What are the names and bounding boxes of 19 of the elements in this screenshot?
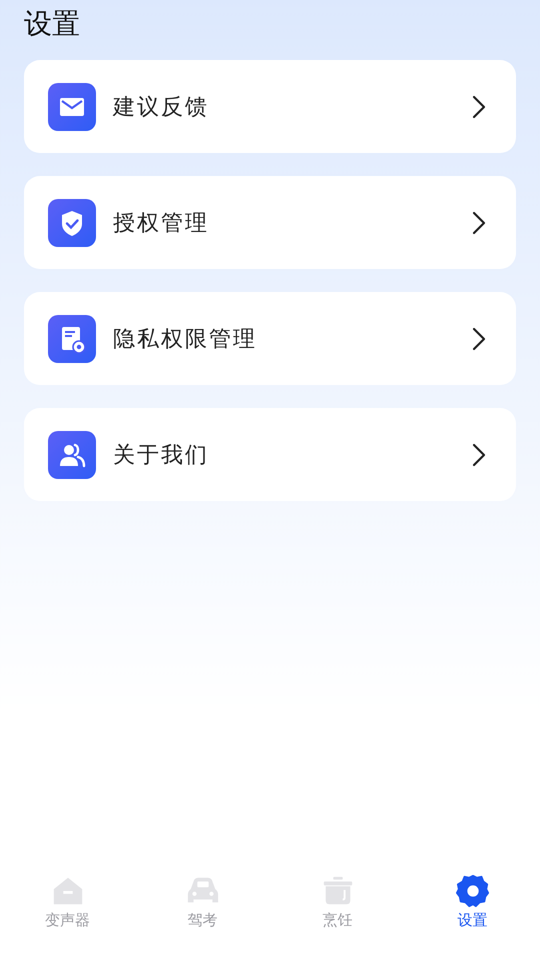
chevron-right-icon [472, 210, 486, 234]
shield-icon [48, 198, 96, 246]
chevron-right-icon [472, 94, 486, 118]
mail-icon [48, 82, 96, 130]
item-label: 关于我们 [113, 442, 210, 470]
page-title: 设置 [24, 6, 80, 42]
settings-icon [456, 874, 490, 908]
item-label: 隐私权限管理 [113, 326, 258, 354]
people-icon [48, 430, 96, 478]
settings-item[interactable]: 授权管理 [24, 176, 516, 269]
document-gear-icon [48, 314, 96, 362]
settings-item[interactable]: 建议反馈 [24, 60, 516, 153]
nav-tab[interactable]: 设置 [405, 874, 540, 930]
settings-item[interactable]: 隐私权限管理 [24, 292, 516, 385]
item-label: 授权管理 [113, 210, 210, 238]
chevron-right-icon [472, 326, 486, 350]
chevron-right-icon [472, 442, 486, 466]
settings-item[interactable]: 关于我们 [24, 408, 516, 501]
item-label: 建议反馈 [113, 94, 210, 122]
